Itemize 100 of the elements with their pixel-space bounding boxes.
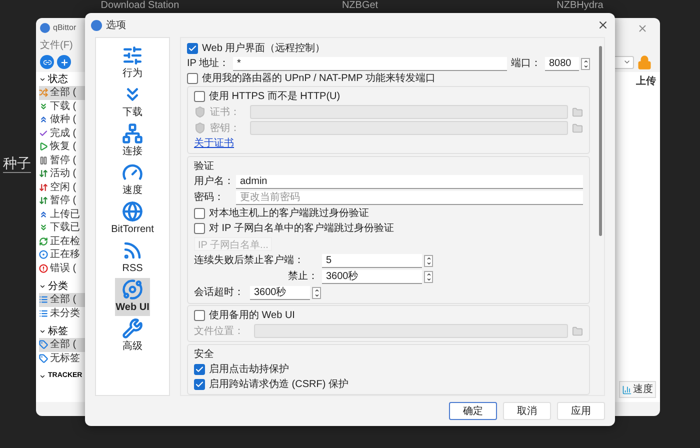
list-icon [39,308,48,318]
label: 禁止： [287,270,318,284]
spin-arrows-icon[interactable] [424,254,433,267]
chevron-icon[interactable] [39,328,46,334]
chevron-icon[interactable] [39,76,46,82]
sidebar-item[interactable]: 全部 ( [39,293,86,306]
bar-chart-icon [622,384,632,394]
sidebar-item[interactable]: 正在检 [39,234,86,248]
nav-item[interactable]: BitTorrent [110,200,155,238]
dialog-button[interactable]: 应用 [557,402,605,420]
spin-arrows-icon[interactable] [581,58,590,70]
checkbox[interactable] [194,91,205,102]
checkbox[interactable] [194,364,205,376]
check-icon [39,128,48,138]
nav-item[interactable]: Web UI [114,278,150,316]
nav-item[interactable]: 行为 [116,44,149,82]
password-field[interactable]: 更改当前密码 [236,190,583,205]
label: 密钥： [210,122,240,136]
sidebar-item[interactable]: 上传已 [39,208,86,221]
nav-item[interactable]: 连接 [116,122,149,160]
nav-item[interactable]: RSS [116,239,149,277]
sidebar-item[interactable]: 做种 ( [39,113,86,126]
sidebar-item[interactable]: 下载已 [39,221,86,234]
label: IP 地址： [187,56,230,71]
ip-address-field[interactable]: * [233,56,507,70]
add-icon[interactable] [57,55,71,69]
label: 证书： [210,106,240,120]
username-field[interactable]: admin [236,174,583,189]
checkbox[interactable] [194,379,205,390]
label: 文件位置： [194,324,244,339]
sidebar-item[interactable]: 未分类 [39,306,86,320]
spin-field[interactable]: 8080 [545,56,579,70]
sidebar-item[interactable]: 错误 ( [39,262,86,275]
play-icon [39,142,48,152]
sidebar-item[interactable]: 暂停 ( [39,194,86,208]
error-icon [39,264,48,273]
speed-button[interactable]: 速度 [619,381,656,398]
link-icon[interactable] [40,55,54,69]
label: 会话超时： [194,286,245,300]
pause-icon [39,156,48,165]
sidebar-item[interactable]: 空闲 ( [39,180,86,194]
sidebar-item[interactable]: 正在移 [39,248,86,262]
spin-arrows-icon[interactable] [424,270,433,283]
gauge-icon [122,162,143,183]
circle-icon [39,250,48,260]
spin-field[interactable]: 3600秒 [250,286,310,300]
file-location-field[interactable] [254,324,568,338]
checkbox[interactable] [187,73,198,84]
app-tile-title: NZBGet [342,0,378,12]
dialog-button[interactable]: 取消 [503,402,551,420]
chevron-icon[interactable] [39,372,46,380]
window-title: qBittor [53,22,76,34]
checkbox[interactable] [194,208,205,219]
spin-field[interactable]: 5 [322,254,422,268]
nav-item[interactable]: 下载 [116,83,149,121]
network-icon [122,123,143,144]
shield-icon [194,106,206,118]
spin-field[interactable]: 3600秒 [322,270,422,284]
section-header: 分类 [48,280,68,294]
label: 安全 [194,348,214,362]
app-logo-icon [91,20,102,30]
label: 用户名： [194,174,232,190]
label: 使用 HTTPS 而不是 HTTP(U) [209,90,340,104]
app-logo-icon [40,23,50,33]
sidebar-item[interactable]: 无标签 [39,352,86,365]
label: 使用备用的 Web UI [209,309,295,324]
tag-icon [39,340,48,350]
column-header: 上传 [636,74,656,89]
dialog-button[interactable]: 确定 [449,402,497,420]
checkbox[interactable] [187,43,198,54]
double-chevron-up-icon [39,210,48,219]
label: 对本地主机上的客户端跳过身份验证 [209,206,369,221]
menu-item[interactable]: 文件(F) [40,38,73,52]
section-header: 状态 [48,72,68,86]
scrollbar[interactable] [598,46,602,236]
sidebar-item[interactable]: 活动 ( [39,167,86,180]
spin-arrows-icon[interactable] [312,286,321,299]
sidebar-item[interactable]: 全部 ( [39,86,86,100]
label: 验证 [194,160,214,174]
sidebar-item[interactable]: 暂停 ( [39,154,86,167]
check-icon [188,44,197,53]
key-field[interactable] [250,121,568,135]
nav-item[interactable]: 速度 [116,161,149,199]
planet-icon [122,279,143,300]
sidebar-item[interactable]: 完成 ( [39,126,86,140]
double-chevron-up-icon [39,115,48,124]
double-chevron-down-icon [39,223,48,232]
nav-item[interactable]: 高级 [116,317,149,355]
wrench-icon [122,318,143,339]
certificate-field[interactable] [250,105,568,119]
close-icon[interactable] [597,19,609,31]
sidebar-item[interactable]: 恢复 ( [39,140,86,154]
sidebar-item[interactable]: 下载 ( [39,100,86,113]
label: 使用我的路由器的 UPnP / NAT-PMP 功能来转发端口 [202,72,436,86]
section-heading: 种子 [3,155,31,173]
checkbox[interactable] [194,310,205,322]
sidebar-item[interactable]: 全部 ( [39,338,86,352]
chevron-icon[interactable] [39,282,46,290]
certificate-link[interactable]: 关于证书 [194,136,234,151]
checkbox[interactable] [194,222,205,234]
